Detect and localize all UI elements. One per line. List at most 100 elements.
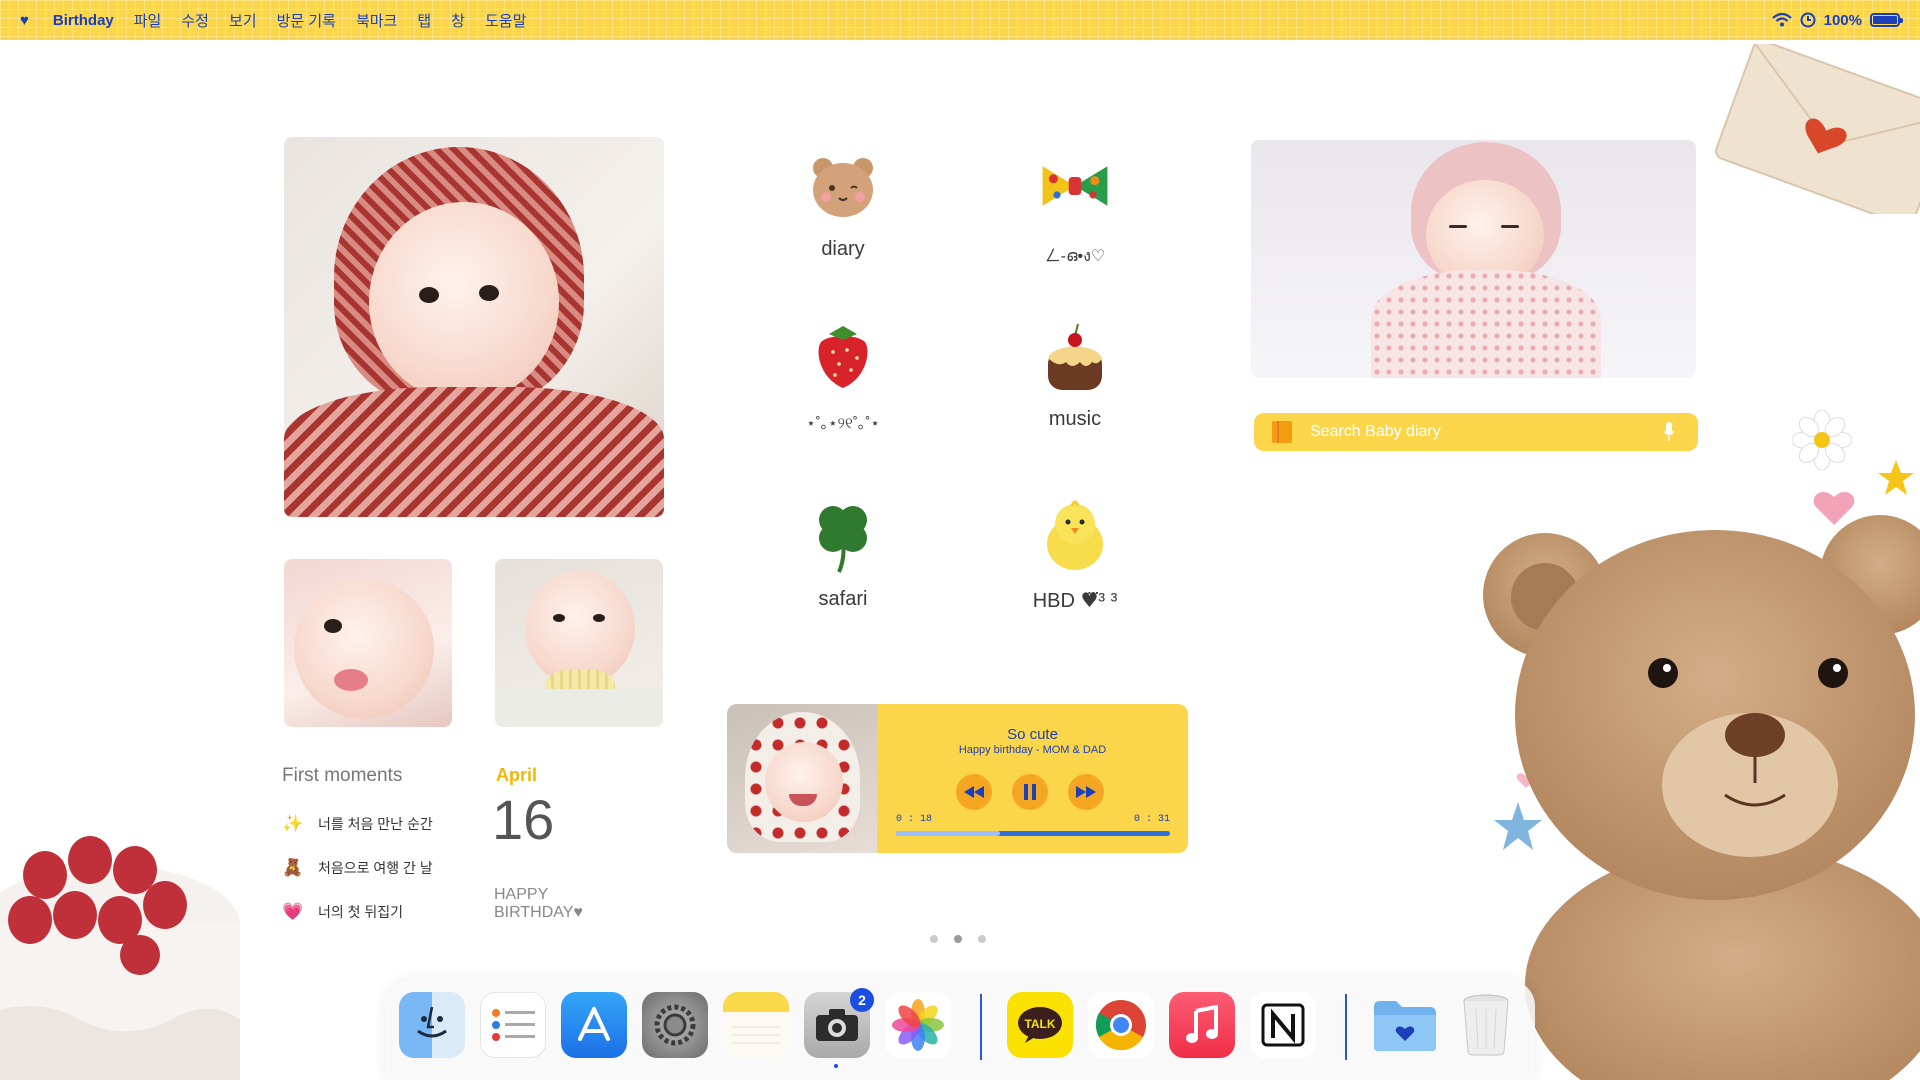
baby-photo-wide (1251, 140, 1696, 378)
app-bow[interactable]: ㄥ-ഒ•ง♡ (1000, 150, 1150, 269)
menu-history[interactable]: 방문 기록 (277, 10, 336, 31)
camera-badge: 2 (850, 988, 874, 1012)
baby-photo-small-1 (284, 559, 452, 727)
app-safari[interactable]: safari (768, 500, 918, 611)
search-bar[interactable]: Search Baby diary (1254, 413, 1698, 451)
status-area: 100% (1771, 0, 1903, 40)
date-day: 16 (492, 788, 555, 851)
dock-chrome[interactable] (1088, 992, 1154, 1058)
app-label-bow: ㄥ-ഒ•ง♡ (1044, 248, 1106, 265)
app-label-diary: diary (821, 238, 865, 260)
dock-photos[interactable] (885, 992, 951, 1058)
dock-kakaotalk[interactable]: TALK (1007, 992, 1073, 1058)
menu-app-name[interactable]: Birthday (53, 12, 114, 29)
moment-text: 처음으로 여행 간 날 (318, 860, 433, 876)
baby-photo-small-2 (495, 559, 663, 727)
microphone-icon[interactable] (1664, 422, 1674, 442)
moment-item[interactable]: 🧸 처음으로 여행 간 날 (282, 858, 433, 878)
page-dot[interactable] (978, 935, 986, 943)
menu-bar: ♥ Birthday 파일 수정 보기 방문 기록 북마크 탭 창 도움말 10… (0, 0, 1920, 40)
rewind-icon (964, 786, 984, 798)
reminders-icon (492, 1009, 535, 1041)
dock-camera[interactable]: 2 (804, 988, 874, 1068)
app-strawberry[interactable]: ⋆˚｡⋆୨୧˚｡˚⋆ (768, 320, 918, 433)
running-indicator (834, 1064, 838, 1068)
battery-icon[interactable] (1870, 13, 1903, 27)
album-cover[interactable] (727, 704, 877, 853)
menu-help[interactable]: 도움말 (485, 10, 526, 31)
star-sticker (1876, 458, 1916, 498)
clover-icon (807, 500, 879, 573)
kakaotalk-icon: TALK (1018, 1007, 1062, 1043)
notes-icon (733, 1026, 779, 1044)
app-label-hbd: HBD ♥⃛³ ³ (1032, 590, 1118, 612)
menu-window[interactable]: 창 (451, 10, 465, 31)
date-month: April (496, 765, 538, 785)
rewind-button[interactable] (956, 774, 992, 810)
dock-separator (1345, 994, 1347, 1060)
dock-system-settings[interactable] (642, 992, 708, 1058)
envelope-sticker (1715, 39, 1920, 227)
folder-icon (1374, 1001, 1436, 1051)
moment-item[interactable]: 💗 너의 첫 뒤집기 (282, 902, 403, 922)
search-placeholder: Search Baby diary (1310, 423, 1441, 440)
dock: 2 TALK (385, 980, 1535, 1080)
dock-folder[interactable] (1372, 992, 1438, 1058)
dock-reminders[interactable] (480, 992, 546, 1058)
chrome-icon (1095, 1000, 1146, 1051)
notion-icon (1261, 1003, 1305, 1047)
daisy-sticker (1791, 409, 1853, 471)
app-hbd[interactable]: HBD ♥⃛³ ³ (1000, 500, 1150, 613)
heart-icon: 💗 (282, 902, 304, 921)
app-label-strawberry: ⋆˚｡⋆୨୧˚｡˚⋆ (806, 415, 880, 432)
trash-icon (1463, 994, 1509, 1056)
teddy-bear-icon: 🧸 (282, 858, 304, 877)
pause-button[interactable] (1012, 774, 1048, 810)
moments-title: First moments (282, 765, 403, 786)
dock-music[interactable] (1169, 992, 1235, 1058)
moment-text: 너의 첫 뒤집기 (318, 904, 404, 920)
date-note-line1: HAPPY (494, 886, 549, 903)
wifi-icon[interactable] (1771, 13, 1792, 27)
menu-view[interactable]: 보기 (229, 10, 257, 31)
menu-edit[interactable]: 수정 (181, 10, 209, 31)
page-dot-active[interactable] (954, 935, 962, 943)
heart-menu-icon[interactable]: ♥ (20, 12, 29, 29)
page-dot[interactable] (930, 935, 938, 943)
forward-button[interactable] (1068, 774, 1104, 810)
menu-tab[interactable]: 탭 (417, 10, 431, 31)
gear-icon (654, 1004, 696, 1046)
music-widget: So cute Happy birthday - MOM & DAD 0 : 1… (727, 704, 1188, 853)
elapsed-time: 0 : 18 (896, 814, 933, 825)
menu-file[interactable]: 파일 (134, 10, 162, 31)
bear-icon (807, 150, 879, 222)
strawberry-icon (807, 320, 879, 392)
page-indicator[interactable] (930, 935, 986, 943)
app-music[interactable]: music (1000, 320, 1150, 431)
bow-icon (1039, 150, 1111, 222)
dock-finder[interactable] (399, 992, 465, 1058)
clock-icon[interactable] (1800, 12, 1816, 28)
date-note-line2: BIRTHDAY♥ (494, 904, 583, 921)
app-label-safari: safari (818, 588, 868, 610)
total-time: 0 : 31 (1133, 814, 1170, 825)
finder-icon (417, 1006, 447, 1038)
app-diary[interactable]: diary (768, 150, 918, 261)
progress-bar[interactable] (896, 831, 1170, 836)
dock-trash[interactable] (1453, 992, 1519, 1058)
moment-item[interactable]: ✨ 너를 처음 만난 순간 (282, 814, 432, 834)
battery-percentage: 100% (1823, 11, 1862, 29)
app-label-music: music (1048, 408, 1102, 430)
baby-photo-large (284, 137, 664, 517)
date-note: HAPPY BIRTHDAY♥ (494, 886, 614, 922)
dock-notes[interactable] (723, 992, 789, 1058)
svg-text:TALK: TALK (1024, 1017, 1055, 1031)
dock-app-store[interactable] (561, 992, 627, 1058)
chick-icon (1039, 500, 1111, 572)
dock-notion[interactable] (1250, 992, 1316, 1058)
photos-icon (892, 999, 944, 1051)
sparkles-icon: ✨ (282, 814, 304, 833)
menu-bookmarks[interactable]: 북마크 (356, 10, 397, 31)
camera-icon (816, 1009, 858, 1041)
music-note-icon (1186, 1005, 1218, 1043)
